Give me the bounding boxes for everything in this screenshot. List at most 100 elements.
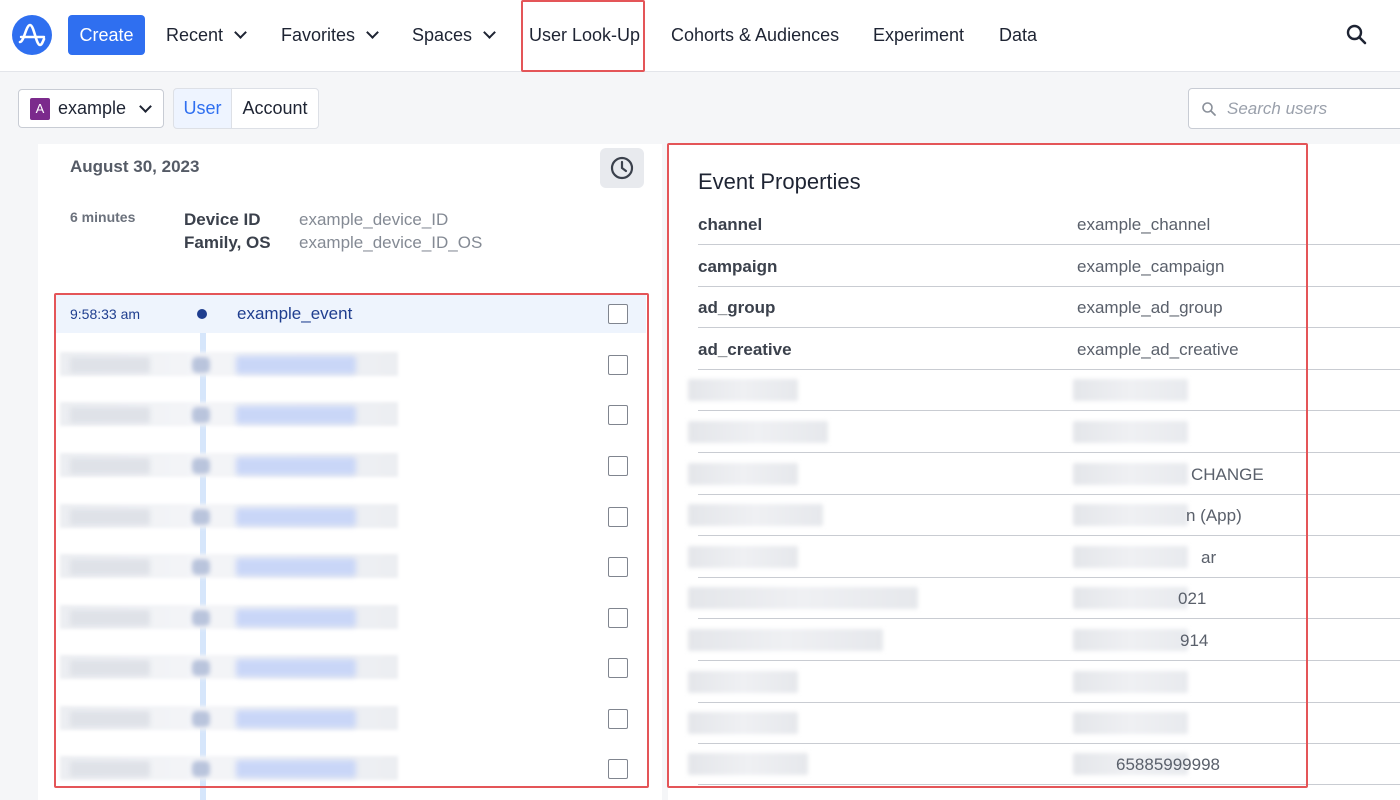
event-row[interactable]: 9:58:33 am example_event [56, 295, 646, 333]
redacted-event-name [236, 508, 356, 526]
property-key: ad_creative [698, 340, 792, 359]
event-row-redacted[interactable] [56, 599, 646, 637]
nav-user-lookup[interactable]: User Look-Up [529, 22, 640, 48]
nav-experiment[interactable]: Experiment [873, 22, 964, 48]
redacted-key [688, 421, 828, 443]
property-row: channel example_channel [698, 204, 1400, 245]
device-label-line1: Device ID [184, 210, 261, 229]
event-row-redacted[interactable] [56, 649, 646, 687]
event-row-redacted[interactable] [56, 498, 646, 536]
search-icon [1202, 101, 1216, 116]
redacted-value [1073, 463, 1188, 485]
redacted-value [1073, 671, 1188, 693]
search-users-field[interactable] [1188, 88, 1400, 129]
redacted-event-name [236, 659, 356, 677]
redacted-event-name [236, 457, 356, 475]
search-icon[interactable] [1344, 22, 1370, 48]
property-row: ad_creative example_ad_creative [698, 329, 1400, 370]
event-checkbox[interactable] [608, 304, 628, 324]
timeline-dot [192, 509, 210, 525]
property-value: example_campaign [1077, 257, 1225, 276]
nav-recent[interactable]: Recent [166, 22, 247, 48]
property-key: channel [698, 215, 763, 234]
create-button[interactable]: Create [68, 15, 145, 55]
redacted-event-name [236, 710, 356, 728]
redacted-key [688, 671, 798, 693]
property-row: ad_group example_ad_group [698, 287, 1400, 328]
search-users-input[interactable] [1227, 98, 1400, 119]
nav-spaces-label: Spaces [412, 24, 473, 45]
tab-user[interactable]: User [173, 88, 232, 129]
redacted-event-name [236, 406, 356, 424]
redacted-value [1073, 421, 1188, 443]
event-row-redacted[interactable] [56, 346, 646, 384]
event-checkbox[interactable] [608, 405, 628, 425]
event-row-redacted[interactable] [56, 700, 646, 738]
property-row-redacted: 65885999998 [688, 744, 1400, 785]
timeline-dot [192, 660, 210, 676]
property-value: example_ad_creative [1077, 340, 1239, 359]
redacted-key [688, 629, 883, 651]
property-value: example_channel [1077, 215, 1211, 234]
event-row-redacted[interactable] [56, 750, 646, 788]
event-checkbox[interactable] [608, 709, 628, 729]
device-label-line2: Family, OS [184, 233, 271, 252]
event-row-redacted[interactable] [56, 447, 646, 485]
amplitude-logo-icon[interactable] [12, 15, 52, 55]
timeline-dot [192, 610, 210, 626]
event-checkbox[interactable] [608, 355, 628, 375]
history-button[interactable] [600, 148, 644, 188]
redacted-key [688, 379, 798, 401]
timeline-dot [197, 309, 207, 319]
event-checkbox[interactable] [608, 658, 628, 678]
event-checkbox[interactable] [608, 557, 628, 577]
nav-cohorts-label: Cohorts & Audiences [671, 24, 840, 45]
event-row-redacted[interactable] [56, 396, 646, 434]
project-selector[interactable]: A example [18, 89, 164, 128]
redacted-value [1073, 712, 1188, 734]
event-checkbox[interactable] [608, 507, 628, 527]
property-value-visible-part: n (App) [1186, 506, 1242, 525]
property-row-redacted [688, 370, 1400, 411]
event-checkbox[interactable] [608, 759, 628, 779]
redacted-key [688, 712, 798, 734]
nav-cohorts-audiences[interactable]: Cohorts & Audiences [671, 22, 839, 48]
device-info-label: Device ID Family, OS [184, 208, 271, 254]
nav-favorites[interactable]: Favorites [281, 22, 379, 48]
redacted-time [70, 458, 150, 474]
property-value-visible-part: 021 [1178, 589, 1207, 608]
property-row: campaign example_campaign [698, 246, 1400, 287]
redacted-event-name [236, 760, 356, 778]
chevron-down-icon [139, 99, 152, 113]
event-row-redacted[interactable] [56, 548, 646, 586]
nav-recent-label: Recent [166, 24, 224, 45]
timeline-dot [192, 407, 210, 423]
redacted-time [70, 610, 150, 626]
redacted-key [688, 504, 823, 526]
redacted-key [688, 753, 808, 775]
nav-data[interactable]: Data [999, 22, 1037, 48]
tab-account[interactable]: Account [231, 88, 319, 129]
event-properties-title: Event Properties [698, 169, 861, 194]
property-row-redacted [688, 703, 1400, 744]
property-row-redacted: 021 [688, 578, 1400, 619]
timeline-dot [192, 357, 210, 373]
redacted-event-name [236, 609, 356, 627]
property-value-visible-part: CHANGE [1191, 465, 1264, 484]
event-properties-panel: Event Properties channel example_channel… [668, 144, 1400, 800]
property-key: ad_group [698, 298, 776, 317]
chevron-down-icon [234, 26, 247, 39]
redacted-time [70, 711, 150, 727]
event-checkbox[interactable] [608, 608, 628, 628]
redacted-time [70, 357, 150, 373]
device-info-value: example_device_ID example_device_ID_OS [299, 208, 482, 254]
property-value-visible-part: 914 [1180, 631, 1209, 650]
chevron-down-icon [366, 26, 379, 39]
nav-experiment-label: Experiment [873, 24, 965, 45]
property-row-redacted: CHANGE [688, 454, 1400, 495]
nav-favorites-label: Favorites [281, 24, 356, 45]
nav-spaces[interactable]: Spaces [412, 22, 496, 48]
event-name[interactable]: example_event [237, 304, 352, 324]
property-row-redacted [688, 662, 1400, 703]
event-checkbox[interactable] [608, 456, 628, 476]
